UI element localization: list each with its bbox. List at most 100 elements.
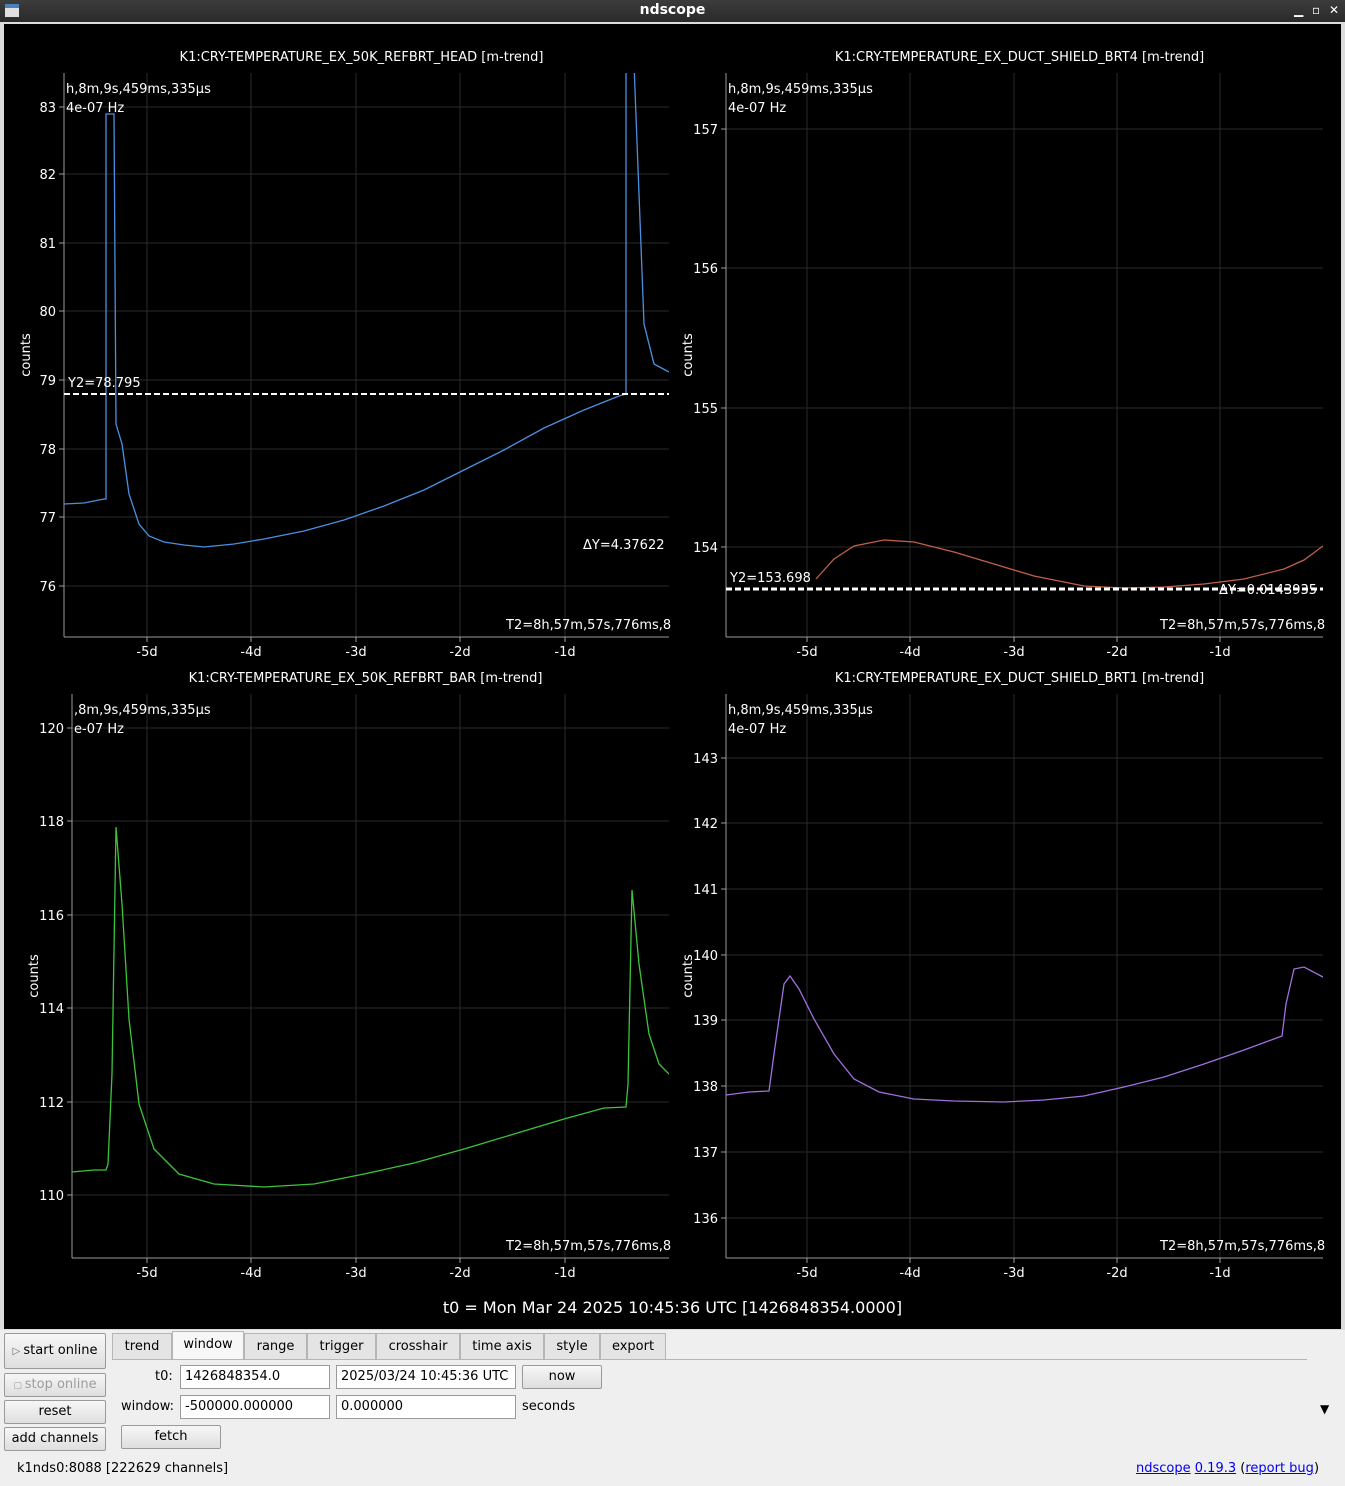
minimize-icon[interactable]: ▁ (1294, 3, 1303, 17)
version-info: ndscope 0.19.3 (report bug) (1136, 1461, 1320, 1476)
close-icon[interactable]: ✕ (1329, 3, 1339, 17)
window-field-label: window: (121, 1399, 174, 1414)
report-bug-link[interactable]: report bug (1245, 1461, 1314, 1476)
plot4-cursor-freq: 4e-07 Hz (728, 722, 786, 737)
plot4-ytick-label: 143 (693, 752, 718, 767)
window-start-input[interactable]: -500000.000000 (180, 1395, 330, 1419)
plot1-y2-label: Y2=78.795 (67, 376, 141, 391)
plot1-ytick-label: 83 (39, 101, 56, 116)
plot4-t2-label: T2=8h,57m,57s,776ms,8 (1159, 1239, 1325, 1254)
add-channels-button[interactable]: add channels (4, 1427, 106, 1451)
plot1-xtick-label: -2d (449, 645, 470, 660)
plot1-cursor-time: h,8m,9s,459ms,335µs (66, 82, 211, 97)
tab-divider (112, 1359, 1307, 1360)
fetch-button[interactable]: fetch (121, 1425, 221, 1449)
start-online-button[interactable]: ▷ start online (4, 1333, 106, 1369)
plot1-ytick-label: 81 (39, 237, 56, 252)
plot1-ytick-label: 79 (39, 374, 56, 389)
tab-style[interactable]: style (544, 1333, 600, 1359)
plot4-xtick-label: -4d (899, 1266, 920, 1281)
plot2-xtick-label: -1d (1209, 645, 1230, 660)
plot-area[interactable]: K1:CRY-TEMPERATURE_EX_50K_REFBRT_HEAD [m… (4, 24, 1341, 1329)
plot1-ylabel: counts (19, 333, 34, 377)
plot3-ytick-label: 114 (39, 1002, 64, 1017)
plot2-title: K1:CRY-TEMPERATURE_EX_DUCT_SHIELD_BRT4 [… (835, 50, 1204, 65)
t0-utc-input[interactable]: 2025/03/24 10:45:36 UTC (336, 1365, 516, 1389)
plot2-ytick-label: 157 (693, 123, 718, 138)
plot3-ytick-label: 116 (39, 909, 64, 924)
plot3-cursor-freq: e-07 Hz (74, 722, 124, 737)
plot1-xtick-label: -3d (345, 645, 366, 660)
plot1-cursor-freq: 4e-07 Hz (66, 101, 124, 116)
plot3-xtick-label: -5d (136, 1266, 157, 1281)
tab-export[interactable]: export (600, 1333, 666, 1359)
plot4-title: K1:CRY-TEMPERATURE_EX_DUCT_SHIELD_BRT1 [… (835, 671, 1204, 686)
plot4-ytick-label: 140 (693, 949, 718, 964)
reset-button[interactable]: reset (4, 1400, 106, 1424)
plot1-dy-label: ΔY=4.37622 (583, 538, 665, 553)
plot4-xtick-label: -5d (796, 1266, 817, 1281)
plot3-ytick-label: 120 (39, 722, 64, 737)
plot2-ytick-label: 155 (693, 402, 718, 417)
plot3-t2-label: T2=8h,57m,57s,776ms,8 (505, 1239, 671, 1254)
tab-trigger[interactable]: trigger (307, 1333, 376, 1359)
plot2-xtick-label: -5d (796, 645, 817, 660)
window-end-input[interactable]: 0.000000 (336, 1395, 516, 1419)
plot1-t2-label: T2=8h,57m,57s,776ms,8 (505, 618, 671, 633)
plot4-ytick-label: 141 (693, 883, 718, 898)
plot3-title: K1:CRY-TEMPERATURE_EX_50K_REFBRT_BAR [m-… (189, 671, 543, 686)
maximize-icon[interactable]: ▫ (1312, 3, 1320, 17)
plot1-xtick-label: -5d (136, 645, 157, 660)
plot1-ytick-label: 82 (39, 168, 56, 183)
plot2-xtick-label: -4d (899, 645, 920, 660)
ndscope-link[interactable]: ndscope (1136, 1461, 1191, 1476)
plot3-cursor-time: ,8m,9s,459ms,335µs (74, 703, 211, 718)
plot2-t2-label: T2=8h,57m,57s,776ms,8 (1159, 618, 1325, 633)
plot3-xtick-label: -1d (554, 1266, 575, 1281)
plot4-ytick-label: 138 (693, 1080, 718, 1095)
plot4-xtick-label: -2d (1106, 1266, 1127, 1281)
t0-label: t0 = Mon Mar 24 2025 10:45:36 UTC [14268… (442, 1298, 903, 1317)
stop-icon: ▢ (13, 1381, 25, 1391)
title-bar: ndscope ▁ ▫ ✕ (0, 0, 1345, 22)
t0-field-label: t0: (155, 1369, 173, 1384)
plot1-xtick-label: -1d (554, 645, 575, 660)
tab-range[interactable]: range (244, 1333, 307, 1359)
plot1-ytick-label: 78 (39, 443, 56, 458)
plot3-ytick-label: 118 (39, 815, 64, 830)
tab-trend[interactable]: trend (112, 1333, 172, 1359)
plot3-xtick-label: -2d (449, 1266, 470, 1281)
plot4-xtick-label: -1d (1209, 1266, 1230, 1281)
start-online-label: start online (23, 1343, 98, 1358)
plot2-ytick-label: 156 (693, 262, 718, 277)
plot3-ytick-label: 112 (39, 1096, 64, 1111)
stop-online-button[interactable]: ▢ stop online (4, 1373, 106, 1397)
plot4-ytick-label: 142 (693, 817, 718, 832)
plot1-xtick-label: -4d (240, 645, 261, 660)
plot3-ytick-label: 110 (39, 1189, 64, 1204)
stop-online-label: stop online (24, 1377, 97, 1392)
plot4-ytick-label: 136 (693, 1212, 718, 1227)
plot4-xtick-label: -3d (1003, 1266, 1024, 1281)
plot3-ylabel: counts (27, 954, 42, 998)
now-button[interactable]: now (522, 1365, 602, 1389)
plot4-ytick-label: 139 (693, 1014, 718, 1029)
tab-crosshair[interactable]: crosshair (376, 1333, 460, 1359)
plot2-y2-label: Y2=153.698 (729, 571, 811, 586)
plot2-dy-label: ΔY=0.0143935 (1219, 583, 1317, 598)
plot4-ytick-label: 137 (693, 1146, 718, 1161)
plot3-trace (72, 826, 669, 1188)
expand-arrow-icon[interactable]: ▼ (1320, 1402, 1329, 1416)
plot2-ylabel: counts (681, 333, 696, 377)
version-link[interactable]: 0.19.3 (1195, 1461, 1236, 1476)
plot3-xtick-label: -3d (345, 1266, 366, 1281)
tab-time-axis[interactable]: time axis (460, 1333, 544, 1359)
plot1-ytick-label: 80 (39, 305, 56, 320)
plot2-cursor-freq: 4e-07 Hz (728, 101, 786, 116)
plot2-xtick-label: -3d (1003, 645, 1024, 660)
plot1-ytick-label: 77 (39, 511, 56, 526)
plots-svg[interactable]: K1:CRY-TEMPERATURE_EX_50K_REFBRT_HEAD [m… (4, 24, 1341, 1329)
plot2-cursor-time: h,8m,9s,459ms,335µs (728, 82, 873, 97)
tab-window[interactable]: window (172, 1331, 244, 1359)
t0-gps-input[interactable]: 1426848354.0 (180, 1365, 330, 1389)
